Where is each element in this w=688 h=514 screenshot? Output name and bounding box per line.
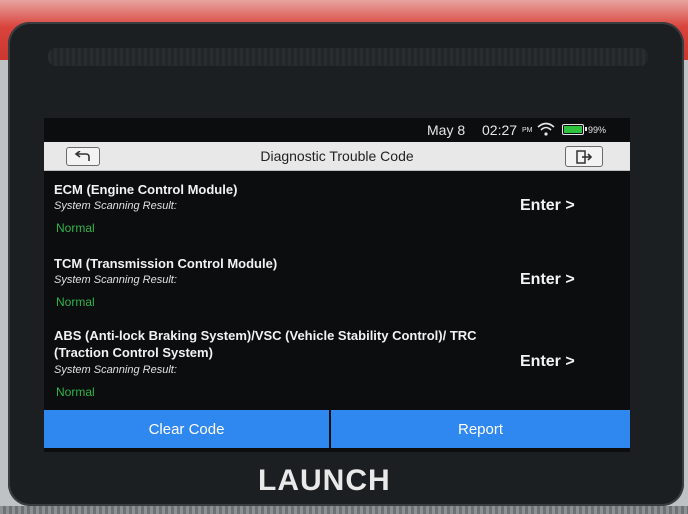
system-name: TCM (Transmission Control Module) xyxy=(54,256,278,271)
enter-button[interactable]: Enter > xyxy=(520,197,575,215)
status-time: 02:27 xyxy=(482,122,518,138)
enter-button[interactable]: Enter > xyxy=(520,353,575,371)
status-ampm: PM xyxy=(522,127,533,134)
brand-logo: LAUNCH xyxy=(258,464,391,497)
page-title: Diagnostic Trouble Code xyxy=(260,148,414,164)
system-row-ecm[interactable]: ECM (Engine Control Module) System Scann… xyxy=(44,181,630,241)
battery-level xyxy=(564,126,582,133)
device-top-grille xyxy=(48,48,648,66)
status-battery: 99% xyxy=(588,125,607,135)
system-name: ABS (Anti-lock Braking System)/VSC (Vehi… xyxy=(54,328,477,360)
scan-result-label: System Scanning Result: xyxy=(54,364,177,376)
clear-code-button[interactable]: Clear Code xyxy=(44,410,329,448)
scan-result-label: System Scanning Result: xyxy=(54,274,177,286)
system-name: ECM (Engine Control Module) xyxy=(54,182,238,197)
bottom-button-bar: Clear Code Report xyxy=(44,410,630,448)
scan-result-status: Normal xyxy=(56,385,95,399)
scan-result-label: System Scanning Result: xyxy=(54,200,177,212)
title-bar: Diagnostic Trouble Code xyxy=(44,142,630,171)
enter-button[interactable]: Enter > xyxy=(520,271,575,289)
report-button[interactable]: Report xyxy=(331,410,630,448)
system-row-tcm[interactable]: TCM (Transmission Control Module) System… xyxy=(44,255,630,315)
device-bottom-grille xyxy=(0,506,688,514)
exit-icon xyxy=(576,149,593,164)
scan-result-status: Normal xyxy=(56,221,95,235)
battery-tip xyxy=(585,127,587,131)
wifi-icon xyxy=(537,122,555,136)
battery-icon xyxy=(562,124,587,135)
status-bar: May 8 02:27 PM 99% xyxy=(44,118,630,142)
system-list: ECM (Engine Control Module) System Scann… xyxy=(44,171,630,407)
status-date: May 8 xyxy=(427,122,466,138)
system-row-abs[interactable]: ABS (Anti-lock Braking System)/VSC (Vehi… xyxy=(44,327,630,407)
device-screen: May 8 02:27 PM 99% Diagnostic Trouble Co… xyxy=(44,118,630,452)
exit-button[interactable] xyxy=(565,146,603,167)
scan-result-status: Normal xyxy=(56,295,95,309)
